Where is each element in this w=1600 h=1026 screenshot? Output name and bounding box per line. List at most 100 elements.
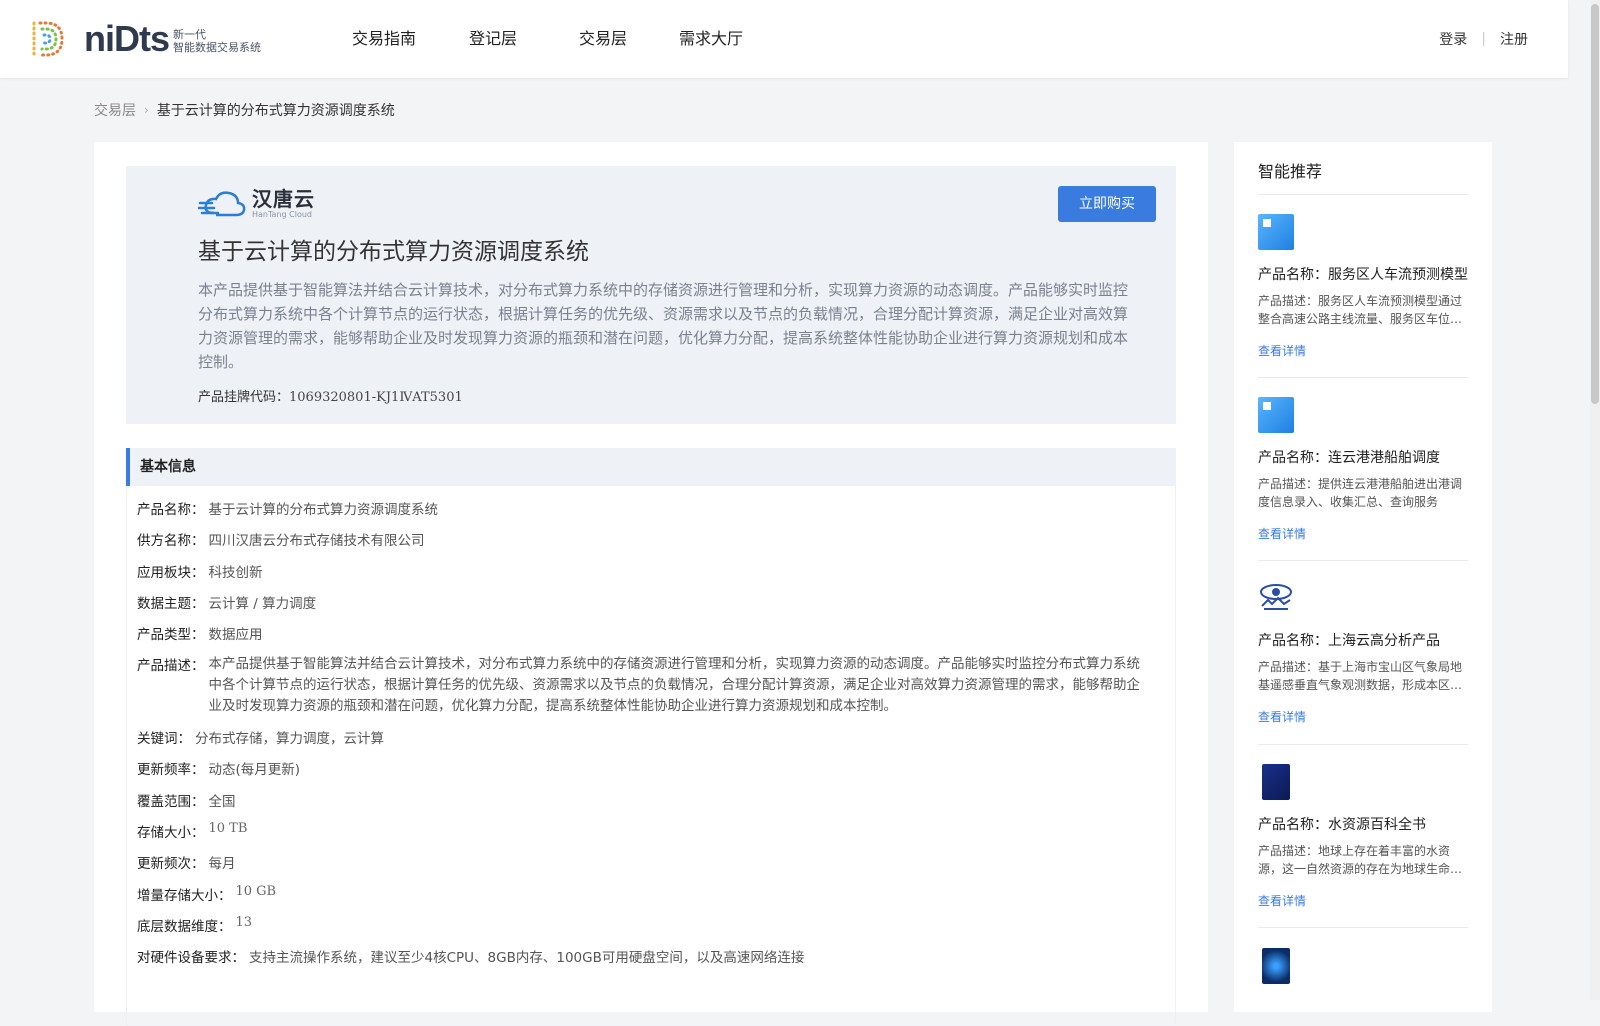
- info-row: 存储大小： 10 TB: [137, 821, 247, 841]
- info-value: 本产品提供基于智能算法并结合云计算技术，对分布式算力系统中的存储资源进行管理和分…: [208, 656, 1141, 714]
- divider: [1258, 560, 1468, 561]
- info-value: 科技创新: [208, 565, 263, 581]
- info-value: 基于云计算的分布式算力资源调度系统: [208, 502, 439, 518]
- info-row: 供方名称： 四川汉唐云分布式存储技术有限公司: [137, 529, 425, 549]
- info-label: 产品描述：: [137, 658, 205, 674]
- buy-now-button[interactable]: 立即购买: [1058, 186, 1156, 222]
- info-value: 动态(每月更新): [208, 762, 301, 778]
- login-link[interactable]: 登录: [1439, 29, 1467, 49]
- product-thumbnail[interactable]: [1258, 397, 1294, 433]
- site-logo[interactable]: niDts 新一代 智能数据交易系统: [28, 18, 261, 60]
- info-value: 支持主流操作系统，建议至少4核CPU、8GB内存、100GB可用硬盘空间，以及高…: [249, 950, 805, 966]
- view-details-link[interactable]: 查看详情: [1258, 525, 1468, 542]
- auth-links: 登录 | 注册: [1439, 0, 1528, 78]
- nav-item-trade-layer[interactable]: 交易层: [579, 0, 627, 78]
- info-value: 全国: [208, 794, 236, 810]
- recommend-desc: 产品描述：地球上存在着丰富的水资源，这一自然资源的存在为地球生命…: [1258, 844, 1463, 876]
- info-value: 10 GB: [235, 884, 277, 899]
- info-row: 关键词： 分布式存储，算力调度，云计算: [137, 727, 384, 747]
- listing-code: 产品挂牌代码：1069320801-KJ1ⅣAT5301: [198, 386, 463, 405]
- basic-info-body: 产品名称： 基于云计算的分布式算力资源调度系统 供方名称： 四川汉唐云分布式存储技术…: [126, 486, 1176, 1026]
- recommend-desc: 产品描述：提供连云港港船舶进出港调度信息录入、收集汇总、查询服务: [1258, 477, 1463, 509]
- info-label: 底层数据维度：: [137, 919, 232, 935]
- recommend-item: 产品名称：水资源百科全书 产品描述：地球上存在着丰富的水资源，这一自然资源的存在…: [1258, 764, 1468, 909]
- logo-subtitle: 新一代 智能数据交易系统: [173, 28, 261, 54]
- recommend-name[interactable]: 产品名称：服务区人车流预测模型: [1258, 264, 1468, 284]
- recommend-item: 产品名称：连云港港船舶调度 产品描述：提供连云港港船舶进出港调度信息录入、收集汇…: [1258, 397, 1468, 542]
- info-row: 对硬件设备要求： 支持主流操作系统，建议至少4核CPU、8GB内存、100GB可用…: [137, 946, 804, 966]
- brand-name-en: HanTang Cloud: [252, 210, 312, 219]
- info-label: 增量存储大小：: [137, 888, 232, 904]
- info-value: 云计算 / 算力调度: [208, 596, 317, 612]
- info-label: 存储大小：: [137, 825, 205, 841]
- info-label: 更新频率：: [137, 762, 205, 778]
- logo-subtitle-line1: 新一代: [173, 28, 206, 41]
- register-link[interactable]: 注册: [1500, 29, 1528, 49]
- recommend-item: 产品名称：上海云高分析产品 产品描述：基于上海市宝山区气象局地基遥感垂直气象观测…: [1258, 580, 1468, 725]
- info-label: 数据主题：: [137, 596, 205, 612]
- logo-wordmark: niDts: [84, 18, 170, 59]
- brand-name-cn: 汉唐云: [252, 187, 315, 211]
- recommend-name[interactable]: 产品名称：连云港港船舶调度: [1258, 447, 1468, 467]
- meteorology-logo-icon: [1260, 584, 1292, 610]
- divider: [1258, 927, 1468, 928]
- view-details-link[interactable]: 查看详情: [1258, 892, 1468, 909]
- provider-brand: 汉唐云 HanTang Cloud: [196, 187, 315, 220]
- info-row: 产品描述： 本产品提供基于智能算法并结合云计算技术，对分布式算力系统中的存储资源进…: [137, 654, 1144, 717]
- recommend-desc: 产品描述：基于上海市宝山区气象局地基遥感垂直气象观测数据，形成本区…: [1258, 660, 1463, 692]
- info-row: 应用板块： 科技创新: [137, 561, 263, 581]
- product-thumbnail[interactable]: [1262, 948, 1290, 984]
- nav-item-guide[interactable]: 交易指南: [352, 0, 416, 78]
- logo-mark-icon: [28, 19, 68, 59]
- recommend-item: [1258, 948, 1468, 984]
- sidebar-title: 智能推荐: [1258, 162, 1323, 181]
- auth-separator: |: [1481, 31, 1486, 47]
- product-detail-panel: 汉唐云 HanTang Cloud 立即购买 基于云计算的分布式算力资源调度系统…: [94, 142, 1208, 1026]
- cloud-logo-icon: [196, 189, 246, 219]
- info-row: 产品类型： 数据应用: [137, 623, 263, 643]
- info-row: 覆盖范围： 全国: [137, 790, 236, 810]
- info-row: 更新频率： 动态(每月更新): [137, 758, 300, 778]
- product-thumbnail[interactable]: [1258, 214, 1294, 250]
- recommend-item: 产品名称：服务区人车流预测模型 产品描述：服务区人车流预测模型通过整合高速公路主…: [1258, 214, 1468, 359]
- recommend-name[interactable]: 产品名称：上海云高分析产品: [1258, 630, 1468, 650]
- listing-code-value: 1069320801-KJ1ⅣAT5301: [289, 390, 463, 405]
- info-row: 数据主题： 云计算 / 算力调度: [137, 592, 316, 612]
- breadcrumb-parent[interactable]: 交易层: [94, 100, 136, 120]
- info-value: 四川汉唐云分布式存储技术有限公司: [208, 533, 425, 549]
- view-details-link[interactable]: 查看详情: [1258, 708, 1468, 725]
- info-label: 应用板块：: [137, 565, 205, 581]
- product-hero: 汉唐云 HanTang Cloud 立即购买 基于云计算的分布式算力资源调度系统…: [126, 166, 1176, 424]
- info-row: 增量存储大小： 10 GB: [137, 884, 276, 904]
- recommend-name[interactable]: 产品名称：水资源百科全书: [1258, 814, 1468, 834]
- divider: [1258, 377, 1468, 378]
- main-nav: 交易指南 登记层 交易层 需求大厅: [340, 0, 793, 78]
- info-label: 覆盖范围：: [137, 794, 205, 810]
- nav-item-demand-hall[interactable]: 需求大厅: [679, 0, 743, 78]
- product-thumbnail[interactable]: [1262, 764, 1290, 800]
- info-value: 13: [235, 915, 253, 930]
- divider: [1258, 194, 1468, 195]
- scrollbar-thumb[interactable]: [1591, 4, 1599, 404]
- breadcrumb: 交易层 › 基于云计算的分布式算力资源调度系统: [94, 100, 395, 120]
- recommend-desc: 产品描述：服务区人车流预测模型通过整合高速公路主线流量、服务区车位…: [1258, 294, 1463, 326]
- listing-code-label: 产品挂牌代码：: [198, 390, 290, 405]
- view-details-link[interactable]: 查看详情: [1258, 342, 1468, 359]
- info-row: 产品名称： 基于云计算的分布式算力资源调度系统: [137, 498, 438, 518]
- info-value: 分布式存储，算力调度，云计算: [195, 731, 384, 747]
- info-label: 产品类型：: [137, 627, 205, 643]
- recommend-sidebar: 智能推荐 产品名称：服务区人车流预测模型 产品描述：服务区人车流预测模型通过整合…: [1234, 142, 1492, 1012]
- info-row: 更新频次： 每月: [137, 852, 236, 872]
- info-row: 底层数据维度： 13: [137, 915, 252, 935]
- info-value: 10 TB: [208, 821, 248, 836]
- logo-subtitle-line2: 智能数据交易系统: [173, 41, 261, 54]
- product-title: 基于云计算的分布式算力资源调度系统: [198, 239, 589, 265]
- nav-item-register-layer[interactable]: 登记层: [469, 0, 517, 78]
- product-summary: 本产品提供基于智能算法并结合云计算技术，对分布式算力系统中的存储资源进行管理和分…: [198, 281, 1129, 371]
- info-value: 每月: [208, 856, 236, 872]
- info-value: 数据应用: [208, 627, 263, 643]
- info-label: 更新频次：: [137, 856, 205, 872]
- product-thumbnail[interactable]: [1258, 580, 1294, 616]
- info-label: 关键词：: [137, 731, 191, 747]
- info-label: 供方名称：: [137, 533, 205, 549]
